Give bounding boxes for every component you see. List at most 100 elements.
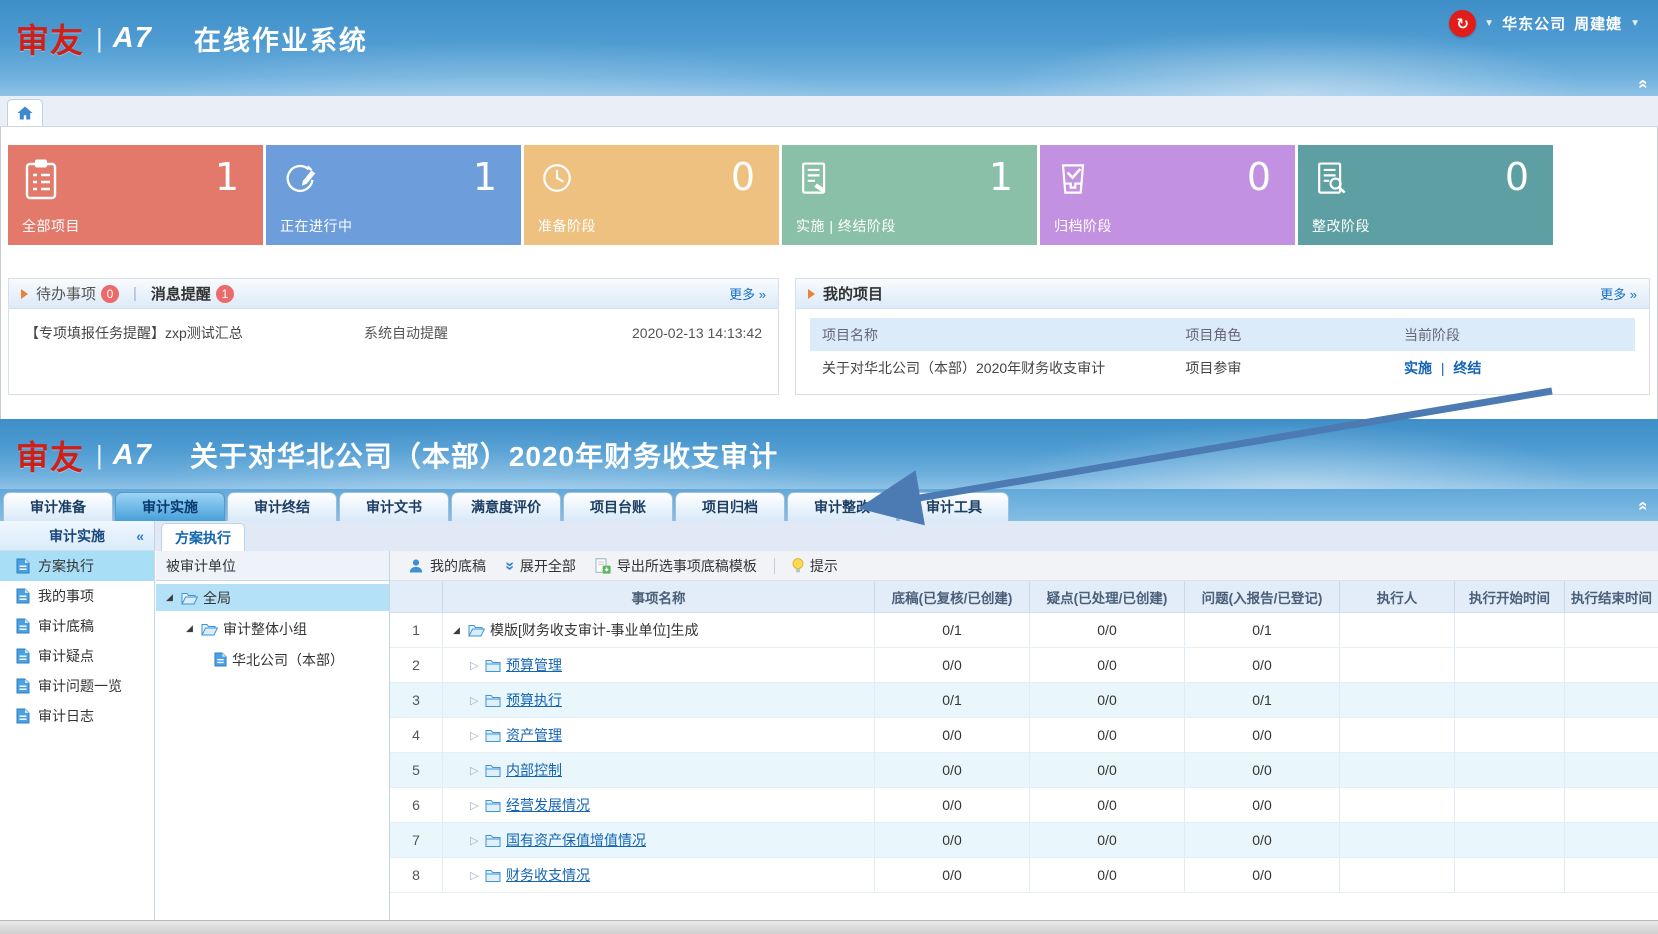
- second-level-strip: 审计实施 « 方案执行: [0, 521, 1658, 551]
- sidebar-item-my-matters[interactable]: 我的事项: [0, 581, 154, 611]
- col-issues: 问题(入报告/已登记): [1185, 581, 1340, 612]
- tab-project-ledger[interactable]: 项目台账: [563, 492, 673, 521]
- collapse-icon[interactable]: ▷: [470, 869, 480, 882]
- item-link[interactable]: 预算管理: [506, 655, 562, 675]
- sidebar-collapse-icon[interactable]: «: [136, 528, 144, 544]
- end-time-cell: [1565, 753, 1658, 787]
- tabbar-collapse-icon[interactable]: «: [1633, 501, 1653, 510]
- tab-messages[interactable]: 消息提醒: [151, 283, 211, 304]
- tab-audit-tools[interactable]: 审计工具: [899, 492, 1009, 521]
- card-implement-stage[interactable]: 1 实施 | 终结阶段: [782, 145, 1037, 245]
- tree-node-label: 华北公司（本部）: [232, 650, 344, 670]
- card-count: 0: [1247, 155, 1271, 199]
- sidebar-item-plan-execution[interactable]: 方案执行: [0, 551, 154, 581]
- logo-shenyou: 审友: [16, 431, 84, 479]
- export-template-button[interactable]: 导出所选事项底稿模板: [589, 556, 763, 576]
- card-all-projects[interactable]: 1 全部项目: [8, 145, 263, 245]
- table-row[interactable]: 7 ▷ 国有资产保值增值情况 0/0 0/0 0/0: [390, 823, 1658, 858]
- my-drafts-button[interactable]: 我的底稿: [402, 556, 492, 576]
- table-row[interactable]: 4 ▷ 资产管理 0/0 0/0 0/0: [390, 718, 1658, 753]
- sidebar: 方案执行 我的事项 审计底稿 审计疑点 审计问题一览 审计日志: [0, 551, 155, 920]
- collapse-icon[interactable]: ▷: [470, 834, 480, 847]
- card-count: 1: [215, 155, 239, 199]
- collapse-icon[interactable]: ▷: [470, 764, 480, 777]
- doubt-count: 0/0: [1030, 858, 1185, 892]
- tab-audit-rectify[interactable]: 审计整改: [787, 492, 897, 521]
- card-count: 0: [1505, 155, 1529, 199]
- user-info[interactable]: 华东公司 周建婕: [1502, 13, 1622, 34]
- item-link[interactable]: 财务收支情况: [506, 865, 590, 885]
- table-row[interactable]: 2 ▷ 预算管理 0/0 0/0 0/0: [390, 648, 1658, 683]
- tree-node-audit-group[interactable]: ◢ 审计整体小组: [156, 615, 389, 642]
- row-number: 2: [390, 648, 443, 682]
- item-link[interactable]: 内部控制: [506, 760, 562, 780]
- user-caret-icon[interactable]: ▼: [1630, 18, 1640, 29]
- issue-count: 0/0: [1185, 718, 1340, 752]
- sidebar-item-audit-doubts[interactable]: 审计疑点: [0, 641, 154, 671]
- clock-icon: [537, 157, 577, 199]
- button-label: 提示: [810, 556, 838, 576]
- tab-project-archive[interactable]: 项目归档: [675, 492, 785, 521]
- more-link[interactable]: 更多 »: [1600, 284, 1637, 303]
- sidebar-item-audit-issues[interactable]: 审计问题一览: [0, 671, 154, 701]
- tab-audit-prepare[interactable]: 审计准备: [3, 492, 113, 521]
- doubt-count: 0/0: [1030, 613, 1185, 647]
- table-row[interactable]: 8 ▷ 财务收支情况 0/0 0/0 0/0: [390, 858, 1658, 893]
- stage-link-finish[interactable]: 终结: [1453, 360, 1481, 376]
- col-start-time: 执行开始时间: [1455, 581, 1565, 612]
- project-row[interactable]: 关于对华北公司（本部）2020年财务收支审计 项目参审 实施 | 终结: [810, 351, 1635, 384]
- card-in-progress[interactable]: 1 正在进行中: [266, 145, 521, 245]
- sidebar-item-audit-drafts[interactable]: 审计底稿: [0, 611, 154, 641]
- table-row[interactable]: 1 ◢ 模版[财务收支审计-事业单位]生成 0/1 0/0 0/1: [390, 613, 1658, 648]
- collapse-icon[interactable]: ▷: [470, 799, 480, 812]
- collapse-icon[interactable]: ▷: [470, 659, 480, 672]
- item-link[interactable]: 国有资产保值增值情况: [506, 830, 646, 850]
- more-link[interactable]: 更多 »: [729, 284, 766, 303]
- card-prepare-stage[interactable]: 0 准备阶段: [524, 145, 779, 245]
- table-row[interactable]: 5 ▷ 内部控制 0/0 0/0 0/0: [390, 753, 1658, 788]
- doc-wrench-icon: [1311, 157, 1351, 201]
- card-count: 0: [731, 155, 755, 199]
- main-window-header: 审友 | A7 在线作业系统 ↻ ▼ 华东公司 周建婕 ▼ «: [0, 0, 1658, 96]
- message-row[interactable]: 【专项填报任务提醒】zxp测试汇总 系统自动提醒 2020-02-13 14:1…: [9, 309, 778, 357]
- subtab-plan-execution[interactable]: 方案执行: [161, 523, 245, 551]
- row-number: 1: [390, 613, 443, 647]
- tab-audit-finish[interactable]: 审计终结: [227, 492, 337, 521]
- collapse-icon[interactable]: ▷: [470, 694, 480, 707]
- start-time-cell: [1455, 788, 1565, 822]
- expand-all-button[interactable]: » 展开全部: [499, 556, 582, 576]
- card-rectify-stage[interactable]: 0 整改阶段: [1298, 145, 1553, 245]
- dashboard-cards: 1 全部项目 1 正在进行中 0 准备阶段 1 实施 | 终结阶段 0 归档阶段: [8, 145, 1553, 245]
- header-collapse-icon[interactable]: «: [1633, 79, 1653, 88]
- projects-header-row: 项目名称 项目角色 当前阶段: [810, 318, 1635, 351]
- sidebar-item-label: 审计疑点: [38, 646, 94, 666]
- item-link[interactable]: 预算执行: [506, 690, 562, 710]
- tab-todo[interactable]: 待办事项: [36, 283, 96, 304]
- tree-node-global[interactable]: ◢ 全局: [156, 584, 389, 611]
- card-label: 正在进行中: [280, 216, 353, 236]
- sidebar-item-audit-log[interactable]: 审计日志: [0, 701, 154, 731]
- tips-button[interactable]: 提示: [786, 556, 844, 576]
- refresh-icon[interactable]: ↻: [1449, 10, 1476, 37]
- issue-count: 0/1: [1185, 613, 1340, 647]
- collapse-icon[interactable]: ▷: [470, 729, 480, 742]
- card-archive-stage[interactable]: 0 归档阶段: [1040, 145, 1295, 245]
- item-link[interactable]: 资产管理: [506, 725, 562, 745]
- table-row[interactable]: 6 ▷ 经营发展情况 0/0 0/0 0/0: [390, 788, 1658, 823]
- table-row[interactable]: 3 ▷ 预算执行 0/1 0/0 0/1: [390, 683, 1658, 718]
- tree-node-huabei-company[interactable]: 华北公司（本部）: [156, 646, 389, 673]
- expand-icon[interactable]: ◢: [186, 623, 196, 634]
- stage-link-implement[interactable]: 实施: [1404, 360, 1432, 376]
- refresh-caret-icon[interactable]: ▼: [1484, 18, 1494, 29]
- tab-audit-implement[interactable]: 审计实施: [115, 492, 225, 521]
- item-link[interactable]: 经营发展情况: [506, 795, 590, 815]
- expand-icon[interactable]: ◢: [166, 592, 176, 603]
- message-title: 【专项填报任务提醒】zxp测试汇总: [25, 323, 364, 343]
- draft-count: 0/1: [875, 613, 1030, 647]
- logo-divider: |: [96, 440, 103, 471]
- tab-audit-document[interactable]: 审计文书: [339, 492, 449, 521]
- tab-satisfaction[interactable]: 满意度评价: [451, 492, 561, 521]
- expand-icon[interactable]: ◢: [453, 625, 463, 636]
- executor-cell: [1340, 683, 1455, 717]
- home-tab[interactable]: [7, 99, 43, 126]
